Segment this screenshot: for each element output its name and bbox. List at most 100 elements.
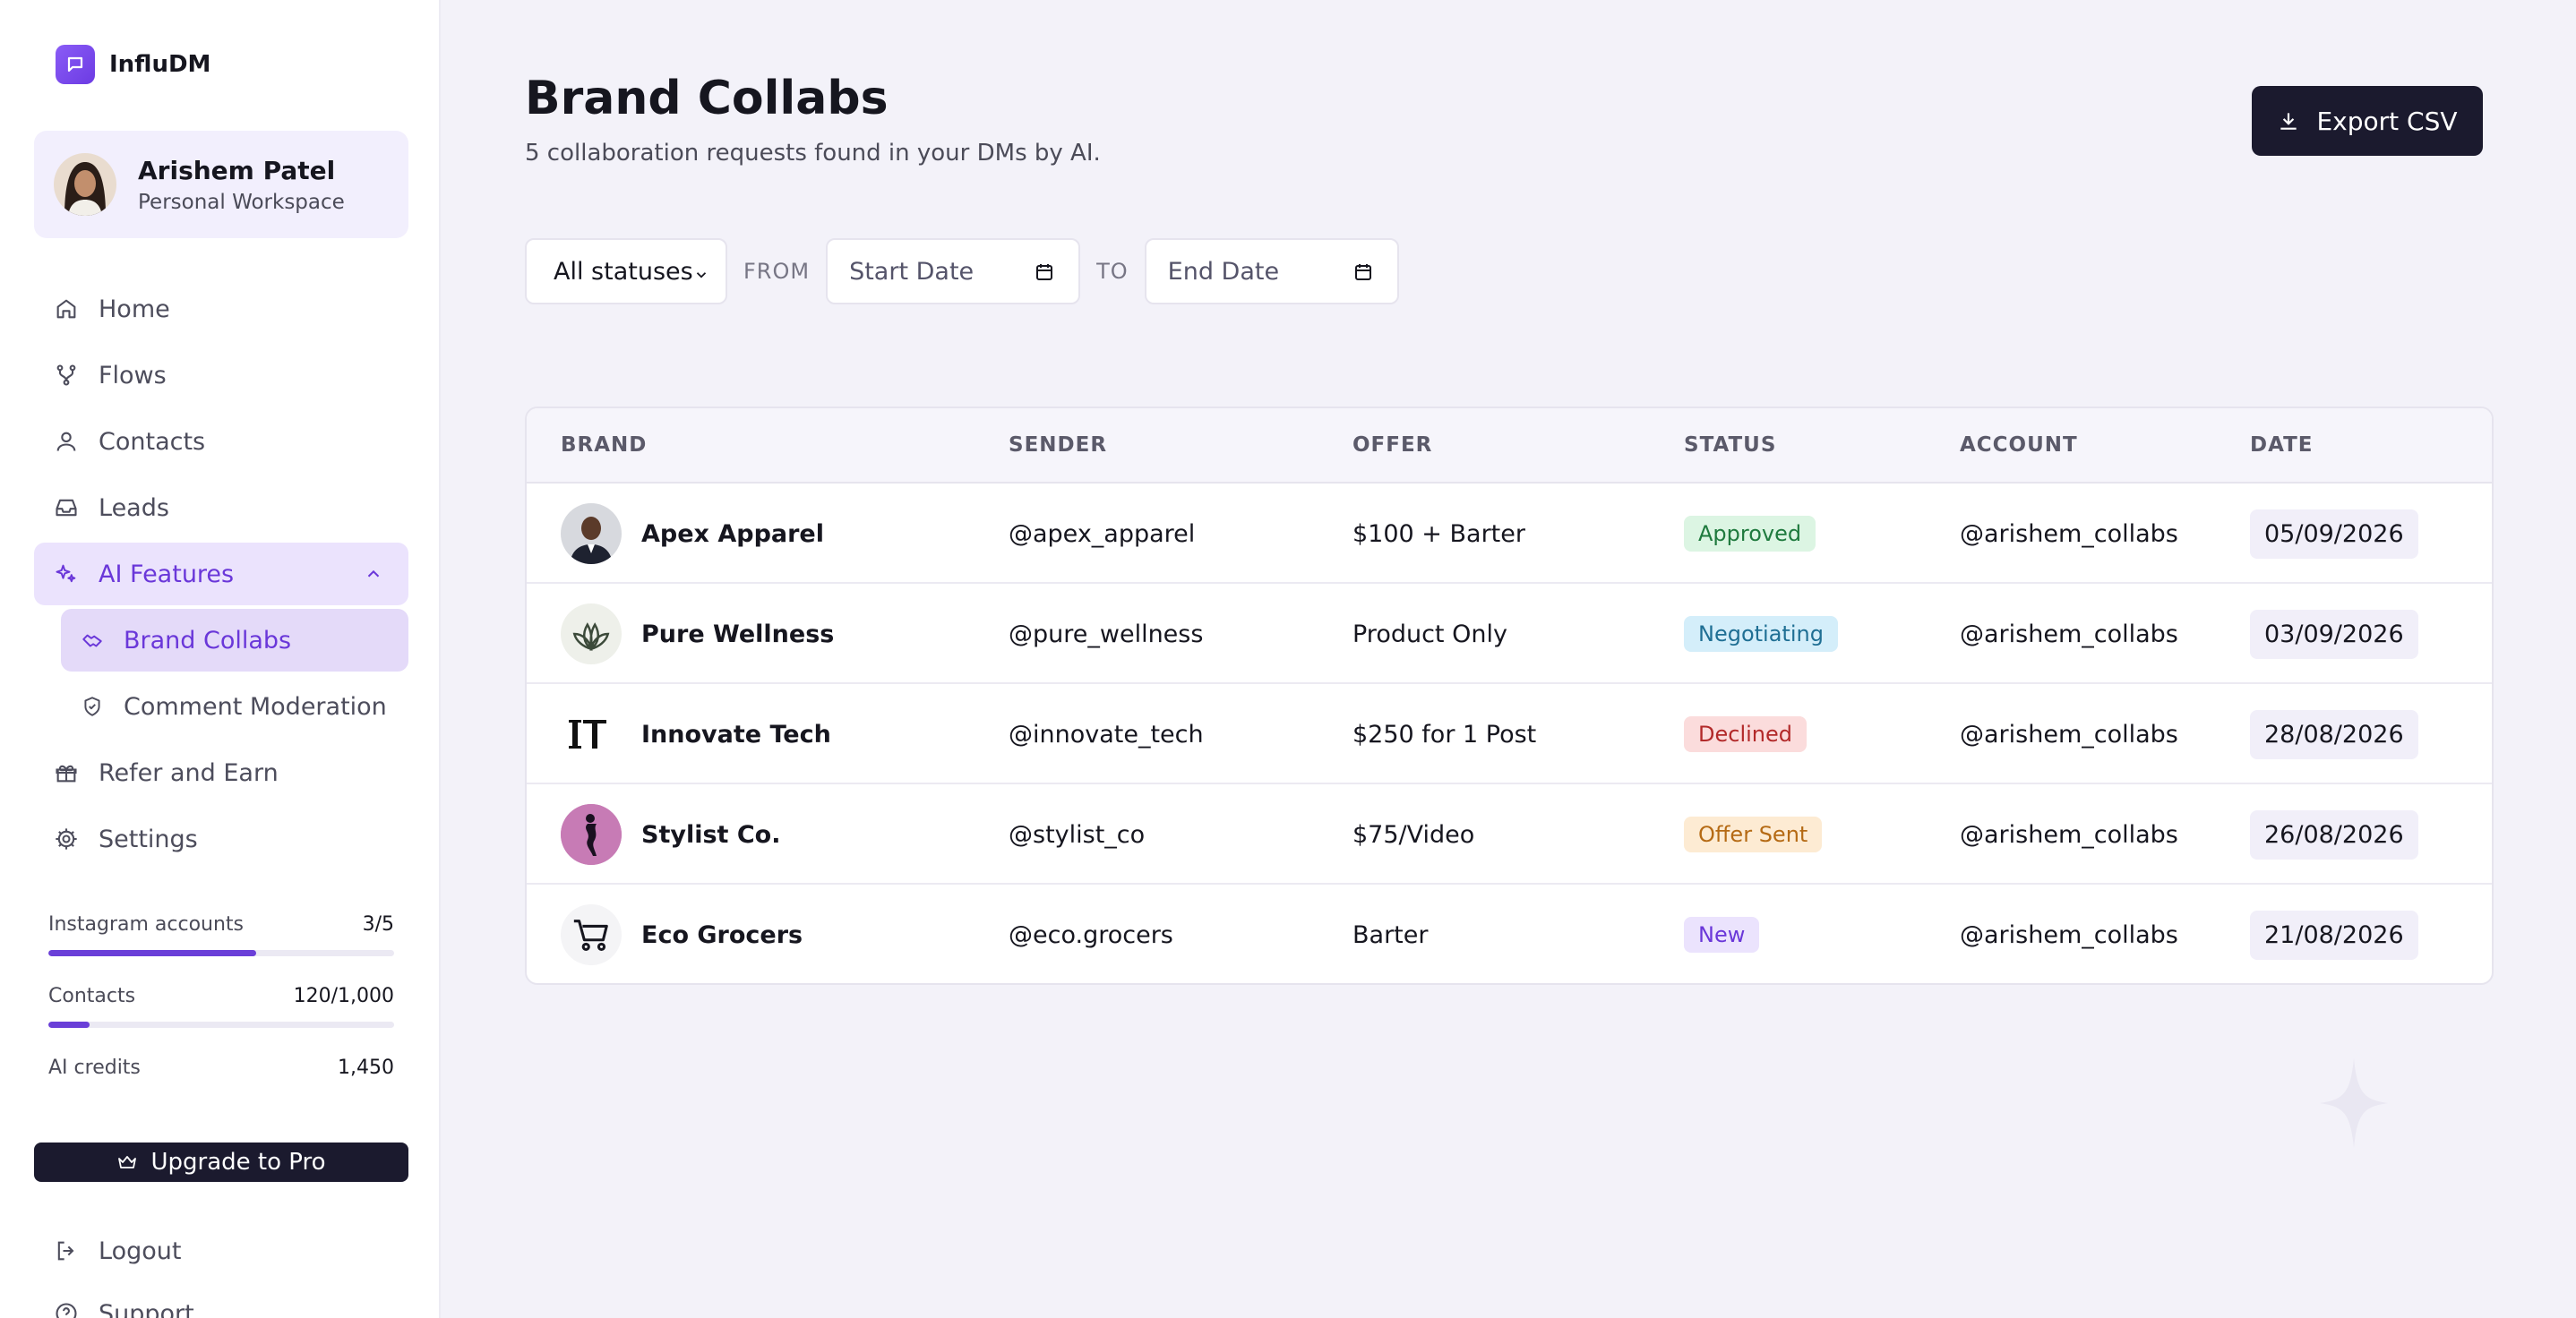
- inbox-icon: [56, 499, 77, 517]
- sender-handle[interactable]: @stylist_co: [1009, 821, 1145, 849]
- chevron-up-icon[interactable]: [364, 564, 383, 584]
- sidebar-item-comment-moderation[interactable]: Comment Moderation: [61, 675, 408, 738]
- account-handle: @arishem_collabs: [1960, 820, 2178, 849]
- table-row[interactable]: Innovate Tech @innovate_tech $250 for 1 …: [527, 684, 2492, 784]
- export-csv-button[interactable]: Export CSV: [2252, 86, 2483, 156]
- column-header-account[interactable]: ACCOUNT: [1960, 433, 2078, 457]
- sparkle-decoration-icon: [2320, 1058, 2388, 1148]
- leaf-icon: [561, 603, 622, 664]
- shield-check-icon: [84, 697, 100, 716]
- usage-label: Instagram accounts: [48, 913, 245, 936]
- sidebar-item-label: Flows: [99, 361, 167, 389]
- sidebar-item-label: Refer and Earn: [99, 758, 279, 787]
- logout-button[interactable]: Logout: [54, 1220, 194, 1282]
- calendar-icon[interactable]: [1352, 261, 1374, 283]
- sidebar-item-label: Leads: [99, 493, 169, 522]
- instagram-progress-bar: [48, 950, 394, 956]
- profile-card[interactable]: Arishem Patel Personal Workspace: [34, 131, 408, 238]
- start-date-input[interactable]: Start Date: [826, 238, 1081, 304]
- column-header-date[interactable]: DATE: [2250, 433, 2314, 457]
- account-handle: @arishem_collabs: [1960, 720, 2178, 749]
- shopping-cart-icon: [561, 904, 622, 965]
- sidebar-item-leads[interactable]: Leads: [34, 476, 408, 539]
- sparkle-icon: [56, 564, 76, 583]
- bottom-nav: Logout Support: [54, 1220, 194, 1318]
- sender-handle[interactable]: @eco.grocers: [1009, 921, 1173, 949]
- column-header-offer[interactable]: OFFER: [1352, 433, 1432, 457]
- status-select[interactable]: All statuses: [525, 238, 727, 304]
- sidebar-item-home[interactable]: Home: [34, 278, 408, 340]
- offer-value: $250 for 1 Post: [1352, 720, 1537, 749]
- calendar-icon[interactable]: [1034, 261, 1055, 283]
- date-pill: 26/08/2026: [2250, 809, 2418, 860]
- account-handle: @arishem_collabs: [1960, 519, 2178, 548]
- offer-value: $100 + Barter: [1352, 519, 1525, 548]
- date-pill: 28/08/2026: [2250, 709, 2418, 759]
- support-button[interactable]: Support: [54, 1282, 194, 1318]
- main-content: Brand Collabs 5 collaboration requests f…: [441, 0, 2576, 1318]
- app-name: InfluDM: [109, 51, 211, 78]
- status-badge: Negotiating: [1684, 616, 1838, 652]
- from-label: FROM: [743, 259, 811, 284]
- sidebar-item-label: Home: [99, 295, 170, 323]
- figure-silhouette-icon: [561, 804, 622, 865]
- support-label: Support: [99, 1299, 194, 1318]
- table-row[interactable]: Eco Grocers @eco.grocers Barter New @ari…: [527, 885, 2492, 983]
- app-brand[interactable]: InfluDM: [56, 45, 210, 84]
- sender-handle[interactable]: @pure_wellness: [1009, 620, 1203, 648]
- sidebar-item-ai-features[interactable]: AI Features: [34, 543, 408, 605]
- download-icon: [2280, 113, 2297, 130]
- end-date-input[interactable]: End Date: [1144, 238, 1399, 304]
- date-pill: 05/09/2026: [2250, 509, 2418, 559]
- column-header-sender[interactable]: SENDER: [1009, 433, 1107, 457]
- table-header: BRAND SENDER OFFER STATUS ACCOUNT DATE: [527, 408, 2492, 484]
- avatar: [54, 153, 116, 216]
- sidebar-item-flows[interactable]: Flows: [34, 344, 408, 407]
- status-badge: New: [1684, 917, 1760, 953]
- sidebar-item-label: Contacts: [99, 427, 206, 456]
- upgrade-button[interactable]: Upgrade to Pro: [34, 1143, 408, 1182]
- sidebar-item-label: Comment Moderation: [124, 692, 387, 721]
- sidebar-item-settings[interactable]: Settings: [34, 808, 408, 870]
- logout-icon: [57, 1241, 74, 1261]
- usage-value: 120/1,000: [293, 985, 394, 1007]
- it-monogram-icon: [561, 704, 622, 765]
- flow-icon: [56, 364, 76, 386]
- export-label: Export CSV: [2316, 106, 2458, 136]
- profile-name: Arishem Patel: [138, 155, 336, 185]
- sender-handle[interactable]: @innovate_tech: [1009, 721, 1204, 749]
- table-row[interactable]: Pure Wellness @pure_wellness Product Onl…: [527, 584, 2492, 684]
- progress-fill: [48, 1022, 90, 1028]
- sidebar-item-label: AI Features: [99, 560, 235, 588]
- man-portrait-icon: [561, 503, 622, 564]
- sidebar: InfluDM Arishem Patel Personal Workspace…: [0, 0, 441, 1318]
- sidebar-item-label: Brand Collabs: [124, 626, 292, 655]
- usage-contacts: Contacts 120/1,000: [48, 985, 394, 1007]
- crown-icon: [118, 1156, 137, 1168]
- column-header-status[interactable]: STATUS: [1684, 433, 1776, 457]
- sidebar-item-brand-collabs[interactable]: Brand Collabs: [61, 609, 408, 672]
- sidebar-item-contacts[interactable]: Contacts: [34, 410, 408, 473]
- status-badge: Offer Sent: [1684, 817, 1823, 852]
- sidebar-item-label: Settings: [99, 825, 198, 853]
- user-icon: [56, 432, 76, 451]
- offer-value: Product Only: [1352, 620, 1507, 648]
- sidebar-item-refer[interactable]: Refer and Earn: [34, 741, 408, 804]
- sidebar-nav: Home Flows Contacts Leads AI Features Br…: [34, 278, 408, 874]
- offer-value: $75/Video: [1352, 820, 1475, 849]
- filter-bar: All statuses FROM Start Date TO End Date: [525, 238, 1399, 304]
- status-select-value: All statuses: [554, 257, 693, 286]
- usage-label: AI credits: [48, 1057, 141, 1079]
- usage-credits: AI credits 1,450: [48, 1057, 394, 1079]
- brand-name: Innovate Tech: [641, 720, 831, 749]
- to-label: TO: [1096, 259, 1129, 284]
- page-subtitle: 5 collaboration requests found in your D…: [525, 140, 1101, 167]
- usage-value: 3/5: [362, 913, 394, 936]
- column-header-brand[interactable]: BRAND: [561, 433, 647, 457]
- brand-name: Stylist Co.: [641, 820, 781, 849]
- usage-value: 1,450: [338, 1057, 394, 1079]
- table-row[interactable]: Apex Apparel @apex_apparel $100 + Barter…: [527, 484, 2492, 584]
- table-row[interactable]: Stylist Co. @stylist_co $75/Video Offer …: [527, 784, 2492, 885]
- sender-handle[interactable]: @apex_apparel: [1009, 520, 1195, 548]
- date-pill: 03/09/2026: [2250, 609, 2418, 659]
